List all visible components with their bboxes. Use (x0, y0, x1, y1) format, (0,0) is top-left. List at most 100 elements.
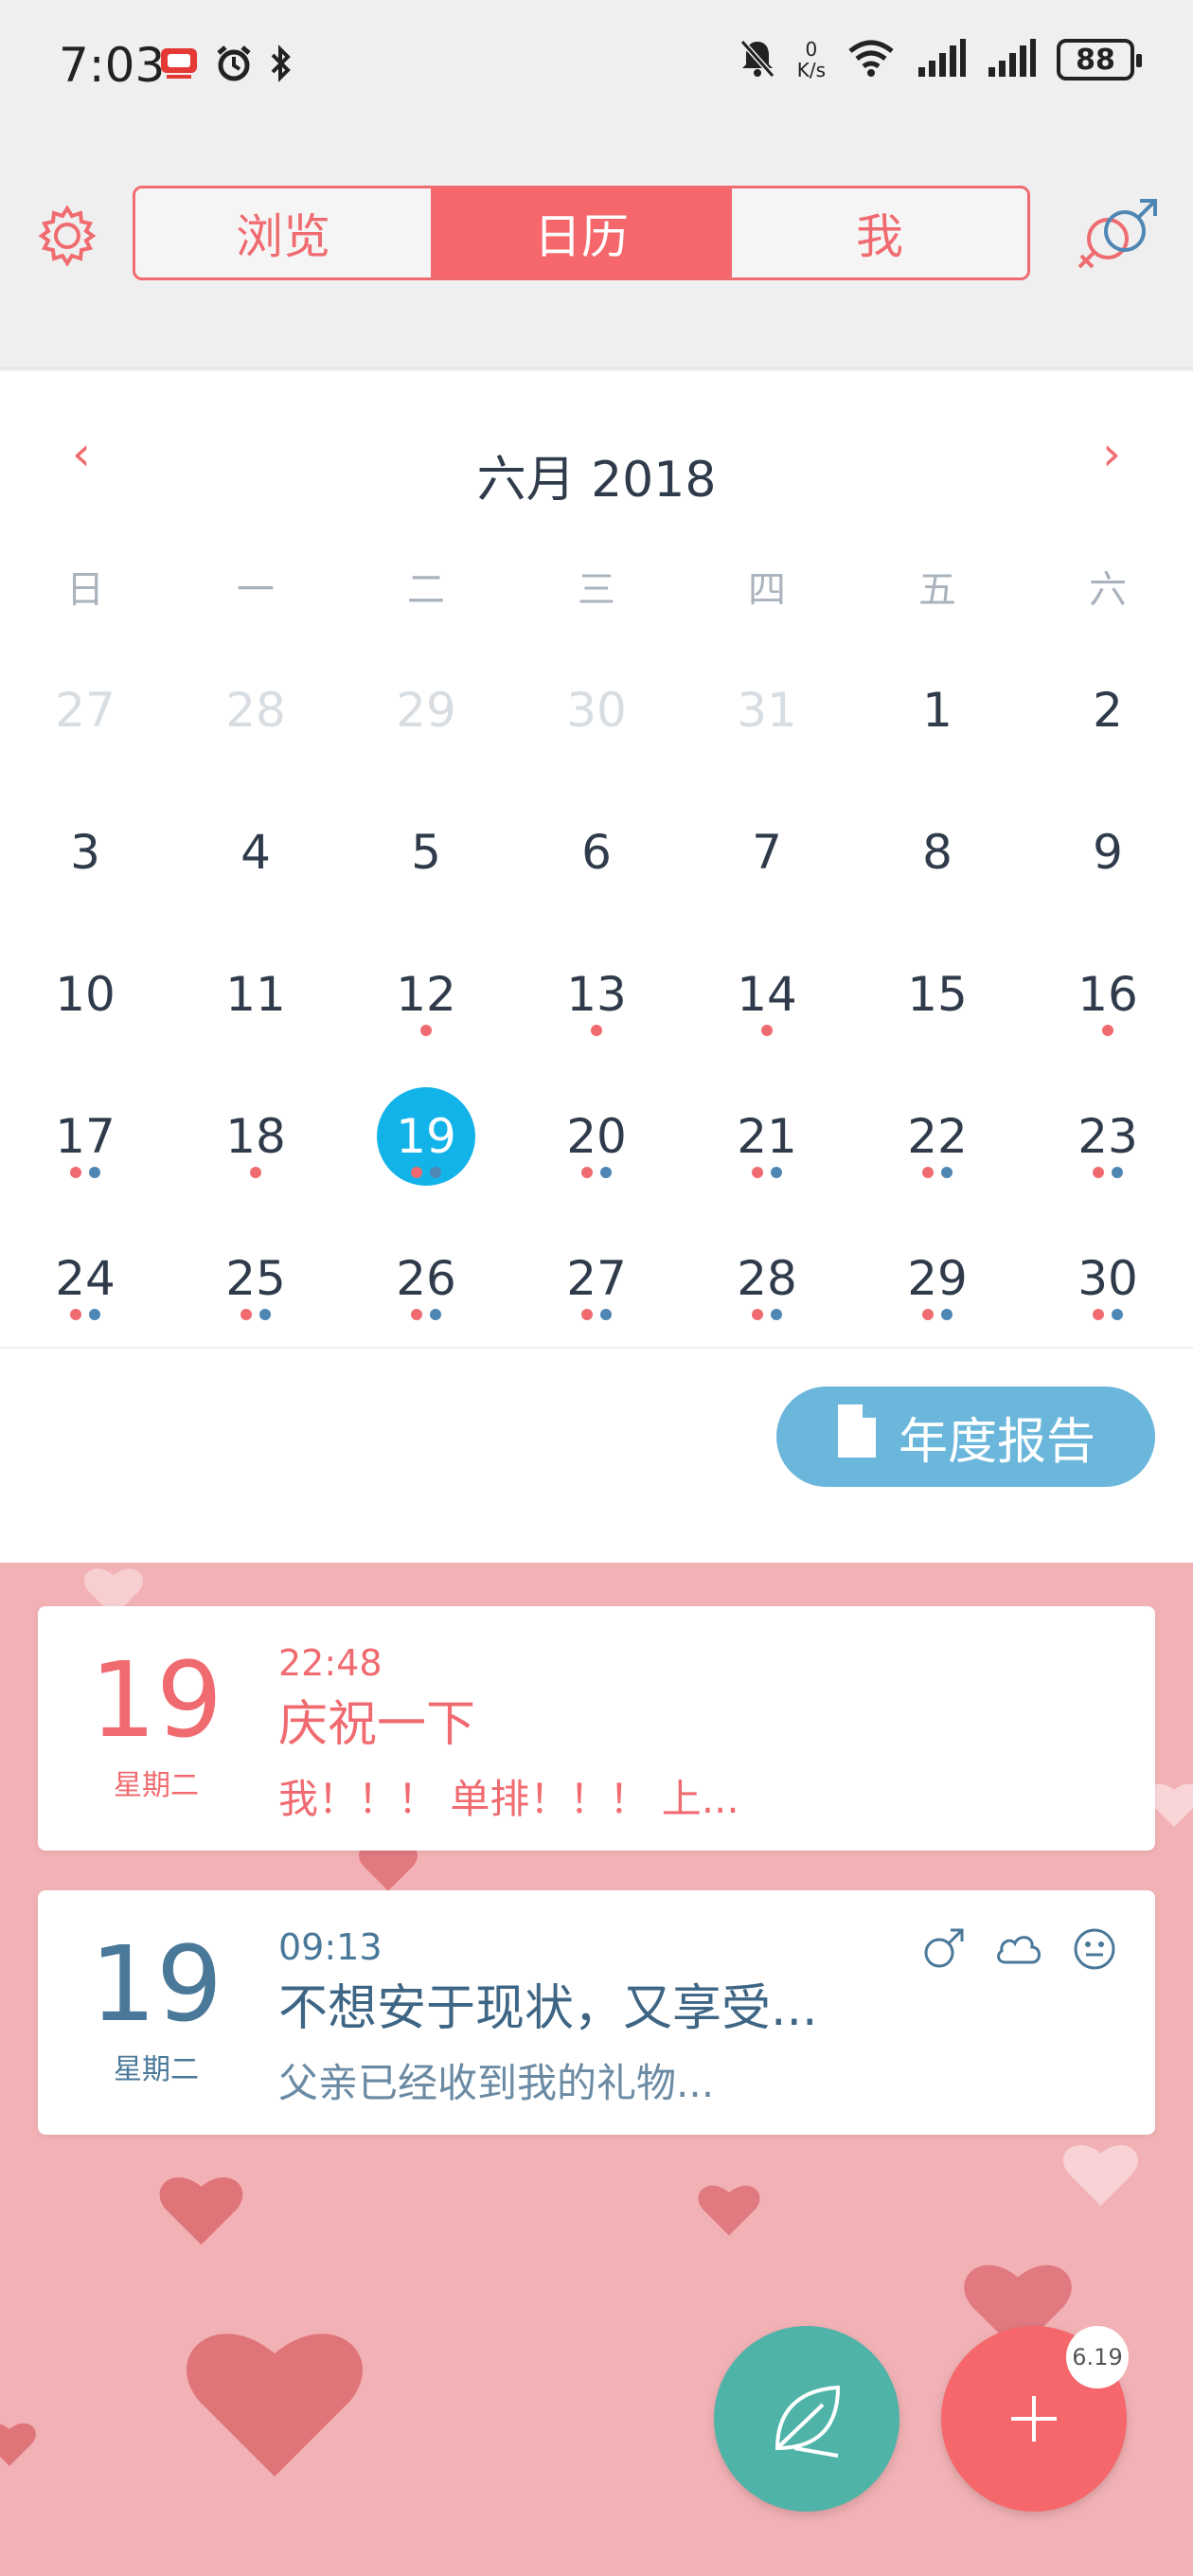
calendar-day[interactable]: 10 (0, 945, 170, 1087)
main-tabs: 浏览 日历 我 (133, 186, 1030, 280)
calendar-day-number: 11 (225, 967, 286, 1022)
status-left-icons (159, 44, 294, 87)
entry-dots (511, 1167, 682, 1178)
entry-dot (752, 1167, 763, 1178)
calendar-day[interactable]: 30 (511, 661, 682, 803)
entry-dots (170, 1167, 341, 1178)
entry-dots (682, 1167, 852, 1178)
calendar-day[interactable]: 4 (170, 803, 341, 945)
entry-dot (941, 1167, 953, 1178)
calendar-day[interactable]: 31 (682, 661, 852, 803)
calendar-day[interactable]: 16 (1023, 945, 1193, 1087)
diary-entry-card[interactable]: 19 星期二 22:48 庆祝一下 我！！！ 单排！！！ 上... (38, 1606, 1155, 1851)
signal-icon-1 (917, 39, 966, 80)
calendar-day[interactable]: 14 (682, 945, 852, 1087)
month-title: 六月 2018 (476, 452, 717, 509)
calendar-day[interactable]: 12 (341, 945, 511, 1087)
calendar-day[interactable]: 1 (852, 661, 1023, 803)
next-month-button[interactable]: › (1102, 426, 1121, 481)
entry-dot (941, 1309, 953, 1320)
calendar: ‹ 六月 2018 › 日 一 二 三 四 五 六 27 28 29 30 31 1 2 3 4… (0, 371, 1193, 1349)
diary-entry-card[interactable]: 19 星期二 09:13 不想安于现状，又享受... 父亲已经收到我的礼物... (38, 1890, 1155, 2135)
calendar-day[interactable]: 28 (170, 661, 341, 803)
weekday-label: 五 (918, 568, 956, 612)
entry-dots (1023, 1309, 1193, 1320)
calendar-day[interactable]: 27 (0, 661, 170, 803)
entry-meta-icons (920, 1926, 1117, 1972)
calendar-day[interactable]: 21 (682, 1087, 852, 1229)
net-speed-value: 0 (805, 38, 818, 61)
entry-time: 22:48 (278, 1642, 383, 1684)
entry-dots (341, 1025, 511, 1036)
calendar-day[interactable]: 7 (682, 803, 852, 945)
gender-switch-icon[interactable] (1070, 197, 1165, 273)
calendar-day[interactable]: 8 (852, 803, 1023, 945)
calendar-day[interactable]: 3 (0, 803, 170, 945)
entry-dot (600, 1309, 612, 1320)
calendar-day[interactable]: 11 (170, 945, 341, 1087)
calendar-day[interactable]: 5 (341, 803, 511, 945)
signal-icon-2 (987, 39, 1036, 80)
bluetooth-icon (269, 44, 294, 87)
gear-icon[interactable] (34, 203, 100, 269)
mute-bell-icon (739, 38, 776, 81)
document-icon (836, 1403, 878, 1472)
calendar-day[interactable]: 19 (341, 1087, 511, 1229)
status-right-icons: 0 K/s 88 (739, 38, 1142, 81)
weekday-label: 日 (66, 568, 104, 612)
entry-dot (259, 1309, 271, 1320)
calendar-week-row: 3 4 5 6 7 8 9 (0, 803, 1193, 945)
calendar-day[interactable]: 13 (511, 945, 682, 1087)
entry-dot (70, 1309, 81, 1320)
calendar-day[interactable]: 29 (341, 661, 511, 803)
calendar-day-number: 9 (1093, 825, 1123, 880)
calendar-day-number: 6 (581, 825, 612, 880)
entry-dot (581, 1167, 593, 1178)
tab-browse[interactable]: 浏览 (135, 188, 434, 277)
calendar-day[interactable]: 20 (511, 1087, 682, 1229)
calendar-day[interactable]: 6 (511, 803, 682, 945)
app-header: 浏览 日历 我 (0, 133, 1193, 369)
calendar-day-number: 7 (752, 825, 782, 880)
plus-icon (1011, 2396, 1057, 2442)
calendar-day-number: 4 (240, 825, 271, 880)
entry-date: 19 星期二 (38, 1648, 275, 1803)
entry-dot (240, 1309, 252, 1320)
tab-calendar[interactable]: 日历 (434, 188, 732, 277)
calendar-day[interactable]: 17 (0, 1087, 170, 1229)
net-speed-unit: K/s (796, 59, 826, 81)
calendar-day-number: 2 (1093, 683, 1123, 738)
entry-weekday: 星期二 (114, 1769, 199, 1802)
calendar-week-row: 27 28 29 30 31 1 2 (0, 661, 1193, 803)
entry-dot (411, 1167, 422, 1178)
calendar-week-row: 17 18 19 20 21 22 23 (0, 1087, 1193, 1229)
net-speed: 0 K/s (797, 39, 826, 80)
status-time: 7:03 (59, 38, 166, 93)
entry-dots (682, 1025, 852, 1036)
annual-report-button[interactable]: 年度报告 (776, 1386, 1155, 1487)
calendar-day-number: 3 (70, 825, 100, 880)
calendar-day[interactable]: 9 (1023, 803, 1193, 945)
calendar-day[interactable]: 18 (170, 1087, 341, 1229)
male-icon (924, 1928, 964, 1968)
battery-indicator: 88 (1057, 39, 1142, 80)
calendar-day-number: 8 (922, 825, 953, 880)
report-section: 年度报告 (0, 1349, 1193, 1563)
entry-dots (0, 1167, 170, 1178)
entry-dot (89, 1309, 100, 1320)
annual-report-label: 年度报告 (898, 1413, 1095, 1471)
calendar-day[interactable]: 22 (852, 1087, 1023, 1229)
tab-me[interactable]: 我 (732, 188, 1027, 277)
add-entry-button[interactable]: 6.19 (941, 2326, 1129, 2512)
calendar-day-number: 30 (566, 683, 627, 738)
leaf-button[interactable] (714, 2326, 899, 2512)
calendar-day[interactable]: 2 (1023, 661, 1193, 803)
entry-dot (1112, 1309, 1123, 1320)
entry-dot (1093, 1167, 1104, 1178)
heart-decoration-icon (1062, 2144, 1139, 2206)
entry-title: 庆祝一下 (278, 1696, 476, 1753)
calendar-day-number: 5 (411, 825, 441, 880)
heart-decoration-icon (159, 2177, 243, 2245)
calendar-day[interactable]: 23 (1023, 1087, 1193, 1229)
calendar-day[interactable]: 15 (852, 945, 1023, 1087)
